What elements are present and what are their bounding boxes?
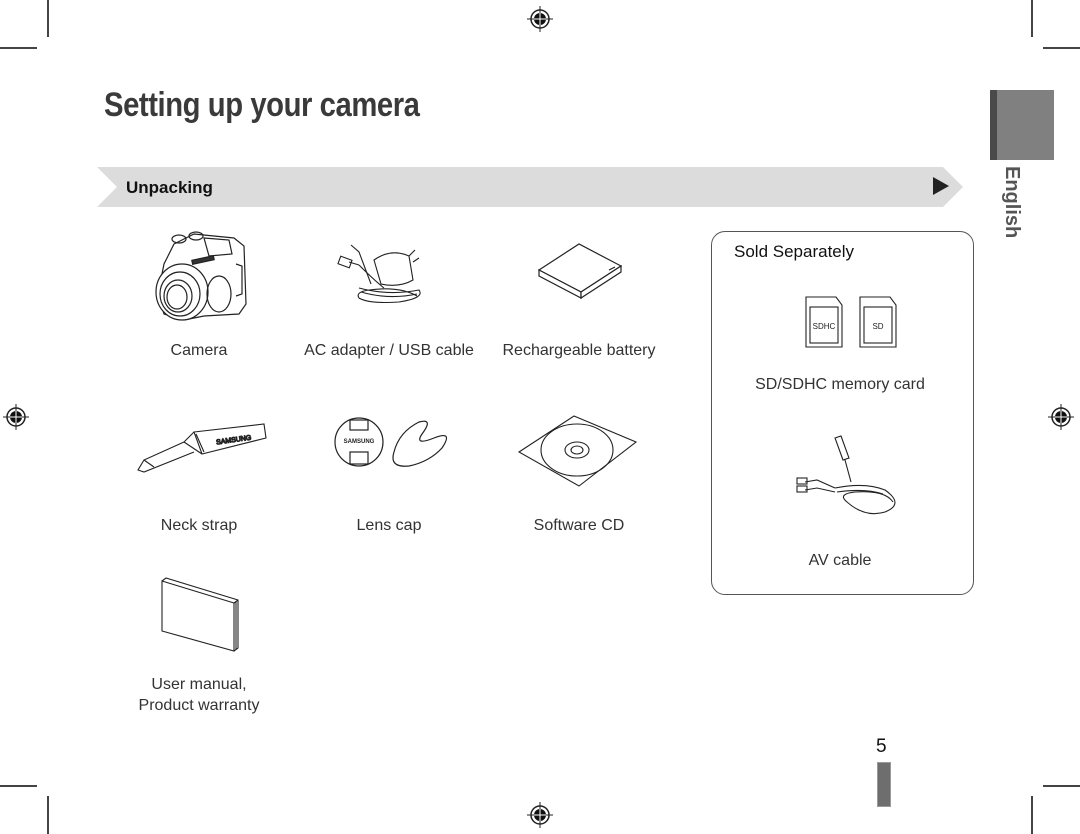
camera-icon — [155, 231, 247, 321]
neck-strap-icon: SAMSUNG — [137, 423, 267, 473]
page-marker-bar — [877, 762, 891, 807]
item-battery-label: Rechargeable battery — [489, 340, 669, 361]
item-neck-strap: SAMSUNG — [109, 412, 289, 482]
card-label-sdhc: SDHC — [813, 322, 836, 331]
lens-cap-icon: SAMSUNG — [334, 417, 448, 467]
crop-mark — [0, 785, 37, 787]
sold-separately-title: Sold Separately — [734, 242, 855, 261]
cd-icon — [517, 415, 638, 487]
crop-mark — [1043, 47, 1080, 49]
manual-icon — [161, 577, 239, 652]
ac-adapter-icon — [337, 244, 421, 304]
item-neck-strap-label: Neck strap — [109, 515, 289, 536]
item-av-cable-label: AV cable — [750, 550, 930, 571]
item-label: Rechargeable battery — [502, 342, 656, 359]
page-title: Setting up your camera — [104, 86, 420, 124]
battery-icon — [537, 243, 623, 300]
page-number: 5 — [876, 736, 887, 757]
memory-card-icon: SDHC SD — [805, 296, 897, 348]
section-banner — [97, 167, 963, 207]
item-user-manual — [109, 575, 289, 655]
item-label: Camera — [170, 342, 228, 359]
registration-mark-icon — [527, 6, 553, 32]
item-camera-label: Camera — [109, 340, 289, 361]
item-label: Software CD — [533, 517, 625, 534]
section-heading: Unpacking — [126, 178, 213, 197]
svg-text:SAMSUNG: SAMSUNG — [344, 439, 375, 445]
item-user-manual-label: User manual, Product warranty — [109, 674, 289, 716]
item-battery — [489, 240, 669, 300]
registration-mark-icon — [3, 404, 29, 430]
item-camera — [109, 224, 289, 324]
item-software-cd — [489, 412, 669, 492]
crop-mark — [1031, 796, 1033, 834]
item-label: AV cable — [808, 552, 872, 569]
item-label: SD/SDHC memory card — [755, 376, 925, 393]
language-tab-block — [990, 90, 1054, 160]
crop-mark — [1031, 0, 1033, 37]
language-tab: English — [985, 166, 1025, 239]
item-av-cable — [750, 432, 930, 527]
item-label-line1: User manual, — [151, 676, 247, 693]
av-cable-icon — [796, 435, 896, 515]
crop-mark — [1043, 785, 1080, 787]
language-tab-stripe — [990, 90, 997, 160]
item-ac-adapter-label: AC adapter / USB cable — [299, 340, 479, 361]
item-software-cd-label: Software CD — [489, 515, 669, 536]
card-label-sd: SD — [872, 322, 883, 331]
item-label-line2: Product warranty — [138, 697, 260, 714]
item-memory-card-label: SD/SDHC memory card — [750, 374, 930, 395]
sold-separately-panel — [711, 231, 974, 595]
play-triangle-icon — [933, 177, 949, 195]
item-label: Lens cap — [356, 517, 422, 534]
language-tab-label: English — [1001, 166, 1023, 239]
registration-mark-icon — [1048, 404, 1074, 430]
item-lens-cap: SAMSUNG — [299, 412, 479, 472]
item-ac-adapter — [299, 240, 479, 310]
registration-mark-icon — [527, 802, 553, 828]
item-label: AC adapter / USB cable — [304, 342, 474, 359]
item-lens-cap-label: Lens cap — [299, 515, 479, 536]
item-memory-card: SDHC SD — [753, 293, 933, 353]
crop-mark — [47, 0, 49, 37]
crop-mark — [0, 47, 37, 49]
crop-mark — [47, 796, 49, 834]
item-label: Neck strap — [160, 517, 238, 534]
